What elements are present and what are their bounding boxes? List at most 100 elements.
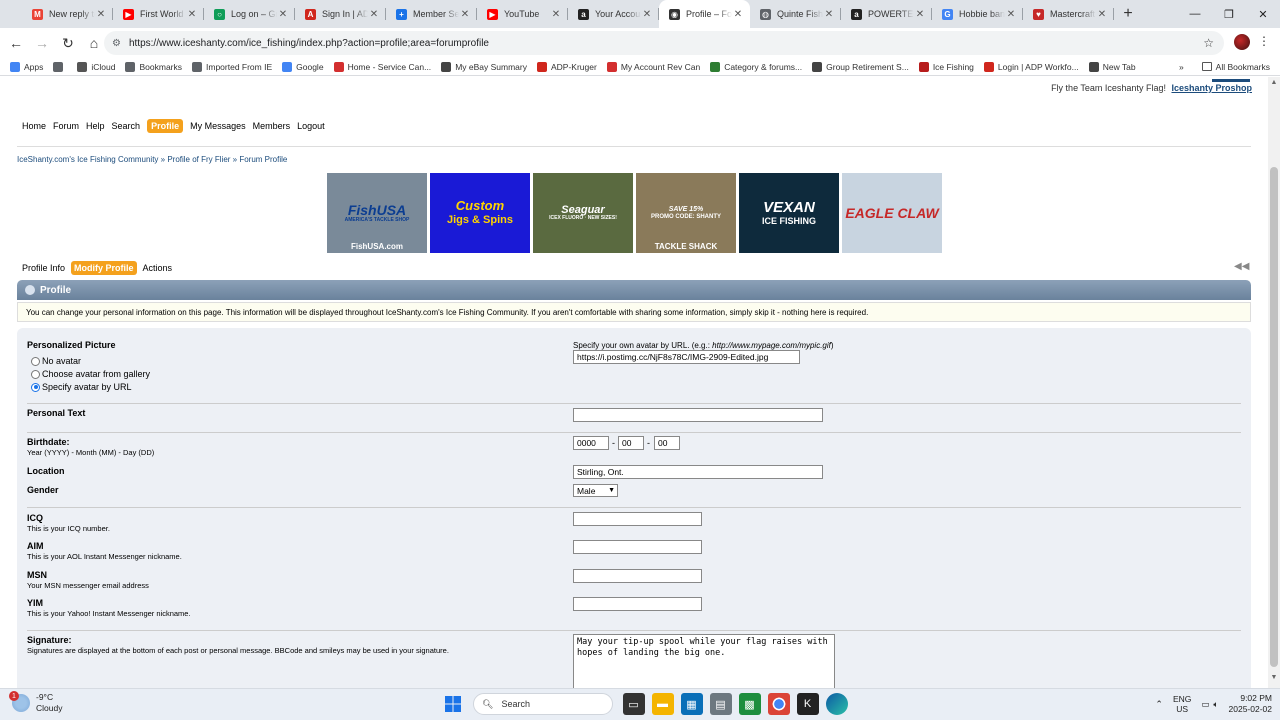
menu-item[interactable]: Forum [53,121,79,131]
close-tab-icon[interactable]: ✕ [459,9,471,20]
browser-tab[interactable]: M New reply to ✕ [22,0,113,28]
taskbar-search[interactable]: 🔍︎ Search [473,693,613,715]
bookmark-item[interactable]: My Account Rev Can [606,61,700,72]
breadcrumb[interactable]: IceShanty.com's Ice Fishing Community » … [17,155,287,164]
chevron-right-icon[interactable]: » [1179,62,1184,72]
submenu-item[interactable]: Profile Info [22,263,65,273]
close-tab-icon[interactable]: ✕ [914,9,926,20]
menu-item[interactable]: Profile [147,119,184,133]
birth-month-input[interactable]: 00 [618,436,644,450]
bookmark-item[interactable]: Category & forums... [710,61,802,72]
signature-textarea[interactable]: May your tip-up spool while your flag ra… [573,634,835,688]
birth-year-input[interactable]: 0000 [573,436,609,450]
browser-tab[interactable]: ▶ YouTube ✕ [477,0,568,28]
browser-tab[interactable]: A Sign In | ADP✕ [295,0,386,28]
menu-item[interactable]: Help [86,121,105,131]
gender-select[interactable]: Male ▼ [573,484,618,497]
submenu-item[interactable]: Modify Profile [71,261,137,275]
bookmark-item[interactable]: New Tab [1088,61,1136,72]
aim-input[interactable] [573,540,702,554]
start-icon[interactable] [442,693,464,715]
bookmark-item[interactable]: ADP-Kruger [536,61,597,72]
avatar-url-input[interactable]: https://i.postimg.cc/NjF8s78C/IMG-2909-E… [573,350,800,364]
store-icon[interactable]: ▦ [680,693,703,715]
browser-tab[interactable]: ○ Log on – Gro✕ [204,0,295,28]
browser-tab[interactable]: a POWERTEC B✕ [841,0,932,28]
close-tab-icon[interactable]: ✕ [1096,9,1108,20]
bookmark-item[interactable]: iCloud [77,61,115,72]
icq-input[interactable] [573,512,702,526]
network-icon[interactable]: ▭ [1201,699,1209,710]
browser-tab[interactable]: ▶ First World P✕ [113,0,204,28]
browser-tab[interactable]: ♥ Mastercraft ✕ [1023,0,1114,28]
menu-item[interactable]: Logout [297,121,325,131]
radio-url-avatar[interactable]: Specify avatar by URL [31,382,132,392]
close-tab-icon[interactable]: ✕ [1005,9,1017,20]
ad-banner[interactable]: SAVE 15% PROMO CODE: SHANTY TACKLE SHACK [636,173,736,253]
chevron-up-icon[interactable]: ⌃ [1155,699,1163,710]
home-icon[interactable]: ⌂ [82,31,106,55]
close-tab-icon[interactable]: ✕ [277,9,289,20]
site-info-icon[interactable]: ⚙ [112,38,121,49]
close-window-button[interactable]: ✕ [1246,0,1280,28]
scroll-up-icon[interactable]: ▲ [1268,79,1280,91]
minimize-button[interactable]: — [1178,0,1212,28]
radio-no-avatar[interactable]: No avatar [31,356,81,366]
bookmark-item[interactable] [53,61,67,72]
bookmark-item[interactable]: Imported From IE [192,61,272,72]
radio-selected-icon[interactable] [31,382,40,392]
chrome-icon[interactable] [767,693,790,715]
language-indicator[interactable]: ENG US [1173,694,1191,714]
bookmark-star-icon[interactable]: ☆ [1203,36,1214,50]
bookmark-item[interactable]: Apps [10,61,43,72]
close-tab-icon[interactable]: ✕ [95,9,107,20]
location-input[interactable]: Stirling, Ont. [573,465,823,479]
browser-tab[interactable]: + Member Servi✕ [386,0,477,28]
task-view-icon[interactable]: ▭ [622,693,645,715]
ad-banner[interactable]: EAGLE CLAW [842,173,942,253]
browser-tab[interactable]: a Your Account✕ [568,0,659,28]
page-scrollbar[interactable]: ▲ ▼ [1268,77,1280,688]
restore-button[interactable]: ❐ [1212,0,1246,28]
browser-tab[interactable]: G Hobbie band ✕ [932,0,1023,28]
ad-banner[interactable]: VEXAN ICE FISHING [739,173,839,253]
close-tab-icon[interactable]: ✕ [641,9,653,20]
radio-icon[interactable] [31,369,40,379]
personal-text-input[interactable] [573,408,823,422]
radio-gallery-avatar[interactable]: Choose avatar from gallery [31,369,150,379]
bookmark-item[interactable]: Login | ADP Workfo... [983,61,1079,72]
volume-icon[interactable]: 🔈︎ [1213,699,1218,710]
close-tab-icon[interactable]: ✕ [732,9,744,20]
scrollbar-thumb[interactable] [1270,167,1278,667]
weather-widget[interactable]: 1 -9°C Cloudy [9,691,62,714]
birth-day-input[interactable]: 00 [654,436,680,450]
bookmark-item[interactable]: Bookmarks [125,61,182,72]
clock[interactable]: 9:02 PM 2025-02-02 [1229,693,1272,715]
menu-kebab-icon[interactable]: ⋮ [1258,34,1270,48]
close-tab-icon[interactable]: ✕ [550,9,562,20]
yim-input[interactable] [573,597,702,611]
profile-avatar[interactable] [1234,34,1250,50]
msn-input[interactable] [573,569,702,583]
menu-item[interactable]: Home [22,121,46,131]
menu-item[interactable]: My Messages [190,121,246,131]
file-explorer-icon[interactable]: ▬ [651,693,674,715]
reload-icon[interactable]: ↻ [56,31,80,55]
edge-icon[interactable] [825,693,848,715]
browser-tab[interactable]: ◍ Quinte Fishin✕ [750,0,841,28]
bookmark-item[interactable]: My eBay Summary [441,61,527,72]
address-bar[interactable]: ⚙ https://www.iceshanty.com/ice_fishing/… [104,31,1224,55]
close-tab-icon[interactable]: ✕ [186,9,198,20]
radio-icon[interactable] [31,356,40,366]
menu-item[interactable]: Members [253,121,291,131]
close-tab-icon[interactable]: ✕ [823,9,835,20]
ad-banner[interactable]: FishUSA AMERICA'S TACKLE SHOP FishUSA.com [327,173,427,253]
new-tab-button[interactable]: + [1114,0,1142,28]
ad-banner[interactable]: Custom Jigs & Spins [430,173,530,253]
forward-icon[interactable]: → [30,31,54,55]
bookmark-item[interactable]: Google [282,61,324,72]
ad-banner[interactable]: Seaguar ICEX FLUORO · NEW SIZES! [533,173,633,253]
close-tab-icon[interactable]: ✕ [368,9,380,20]
back-icon[interactable]: ← [4,31,28,55]
menu-item[interactable]: Search [112,121,141,131]
